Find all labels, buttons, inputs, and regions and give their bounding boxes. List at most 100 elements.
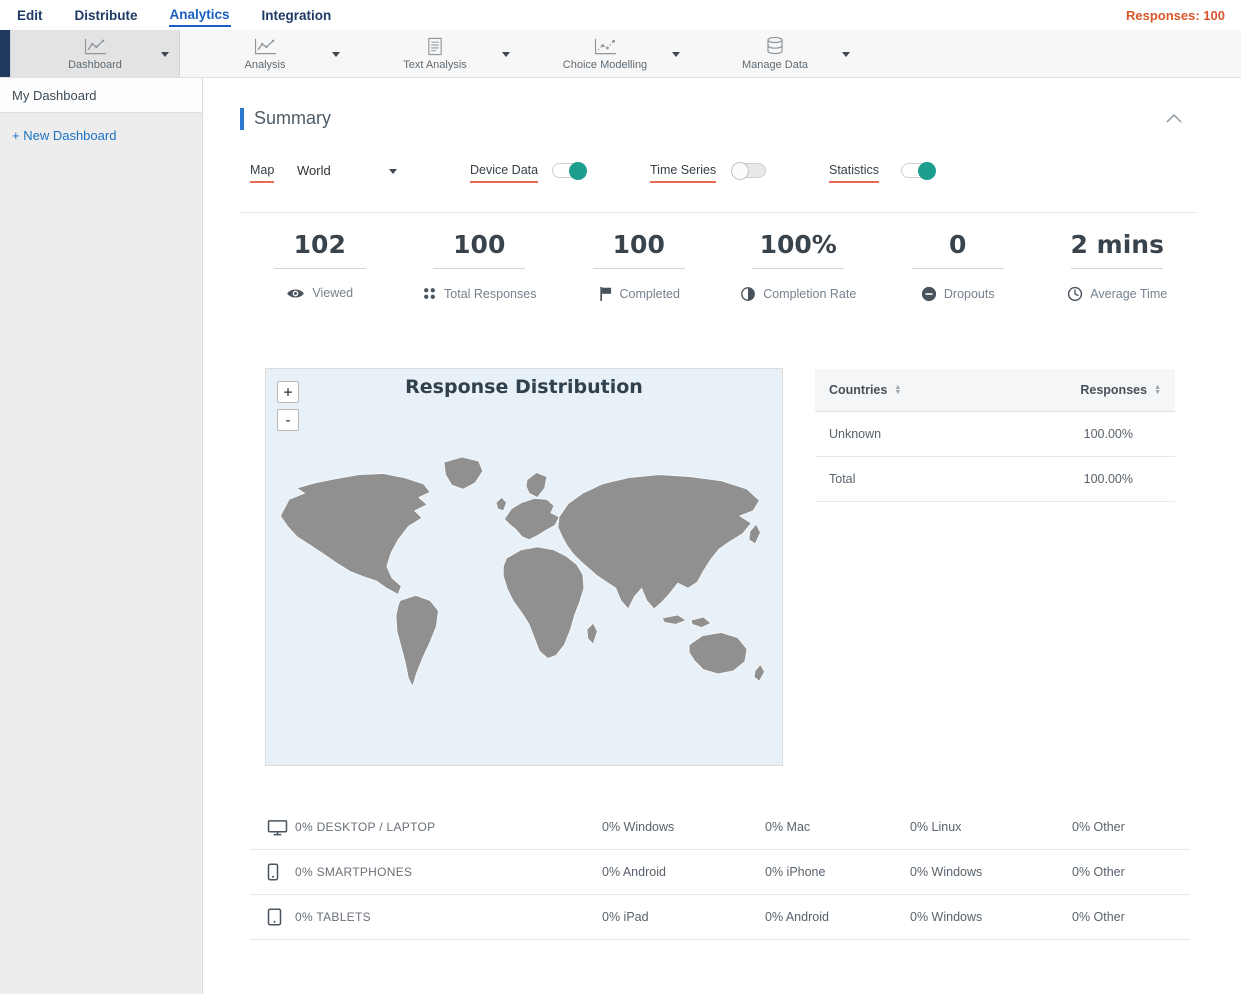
toolbar-item-choice-modelling[interactable]: Choice Modelling xyxy=(520,30,690,77)
flag-icon xyxy=(598,286,613,302)
time-series-label: Time Series xyxy=(650,163,717,183)
statistics-toggle[interactable] xyxy=(901,162,936,180)
stat-viewed: 102 Viewed xyxy=(240,230,400,302)
dashboard-sidebar: My Dashboard + New Dashboard xyxy=(0,78,203,994)
zoom-in-button[interactable]: + xyxy=(277,381,299,403)
device-stat: 0% Linux xyxy=(910,820,962,834)
chevron-down-icon[interactable] xyxy=(672,52,680,57)
map-japan xyxy=(748,523,761,545)
map-label: Map xyxy=(250,163,275,183)
stat-underline xyxy=(1071,268,1164,269)
chevron-down-icon[interactable] xyxy=(502,52,510,57)
toggle-knob xyxy=(731,162,749,180)
device-stat: 0% Windows xyxy=(910,910,983,924)
nav-item-integration[interactable]: Integration xyxy=(261,4,333,26)
toolbar-item-analysis[interactable]: Analysis xyxy=(180,30,350,77)
nav-item-edit[interactable]: Edit xyxy=(16,4,44,26)
map-asia xyxy=(557,474,760,610)
world-map[interactable] xyxy=(266,403,782,761)
map-indonesia-west xyxy=(661,614,687,625)
stat-label: Viewed xyxy=(312,286,354,300)
stat-label: Completion Rate xyxy=(763,287,857,301)
countries-table-header: Countries ▲ ▼ Responses ▲ ▼ xyxy=(815,369,1175,412)
sort-icon[interactable]: ▲ ▼ xyxy=(1154,384,1161,396)
table-row: Unknown 100.00% xyxy=(815,412,1175,457)
table-row-smartphones: 0% SMARTPHONES 0% Android 0% iPhone 0% W… xyxy=(250,850,1190,895)
device-stat: 0% Android xyxy=(765,910,829,924)
device-stat: 0% Windows xyxy=(602,820,675,834)
half-circle-icon xyxy=(740,286,756,302)
map-new-zealand xyxy=(753,664,765,682)
minus-circle-icon xyxy=(921,286,937,302)
responses-cell: 100.00% xyxy=(1083,427,1133,441)
stat-average-time: 2 mins Average Time xyxy=(1038,230,1198,302)
analytics-toolbar: Dashboard Analysis Text Analysis Choice … xyxy=(0,30,1241,78)
tablet-icon xyxy=(250,908,295,926)
stat-value: 2 mins xyxy=(1070,230,1164,259)
stats-row: 102 Viewed 100 Total Responses 100 Compl… xyxy=(240,230,1197,302)
device-stat: 0% Other xyxy=(1072,910,1125,924)
stat-value: 102 xyxy=(293,230,346,259)
map-madagascar xyxy=(586,622,598,645)
device-stat: 0% iPhone xyxy=(765,865,826,879)
responses-header-cell[interactable]: Responses ▲ ▼ xyxy=(1080,383,1161,397)
chevron-down-icon[interactable] xyxy=(842,52,850,57)
nav-item-analytics[interactable]: Analytics xyxy=(168,3,231,27)
map-region-select[interactable]: World xyxy=(297,163,331,178)
map-north-america xyxy=(280,473,431,595)
summary-accent-bar xyxy=(240,108,244,130)
map-africa xyxy=(503,546,585,659)
sort-icon[interactable]: ▲ ▼ xyxy=(894,384,901,396)
device-stat: 0% Other xyxy=(1072,865,1125,879)
stat-underline xyxy=(273,268,366,269)
chevron-down-icon[interactable] xyxy=(332,52,340,57)
country-cell: Unknown xyxy=(829,427,882,441)
desktop-icon xyxy=(250,819,295,836)
smartphone-icon xyxy=(250,863,295,881)
device-label: 0% SMARTPHONES xyxy=(295,865,413,879)
nav-item-distribute[interactable]: Distribute xyxy=(74,4,139,26)
response-distribution-map-panel: Response Distribution + - xyxy=(265,368,783,766)
device-data-toggle[interactable] xyxy=(552,162,587,180)
toolbar-item-dashboard[interactable]: Dashboard xyxy=(10,30,180,77)
device-stat: 0% iPad xyxy=(602,910,649,924)
sidebar-item-my-dashboard[interactable]: My Dashboard xyxy=(0,78,202,113)
eye-icon xyxy=(286,287,305,300)
toolbar-item-label: Dashboard xyxy=(68,59,122,71)
time-series-toggle[interactable] xyxy=(731,162,766,180)
scatter-chart-icon xyxy=(593,36,618,56)
toolbar-item-manage-data[interactable]: Manage Data xyxy=(690,30,860,77)
toolbar-accent-strip xyxy=(0,30,10,77)
map-uk xyxy=(495,497,507,512)
collapse-chevron-icon[interactable] xyxy=(1166,114,1182,123)
stat-completion-rate: 100% Completion Rate xyxy=(719,230,879,302)
device-stat: 0% Windows xyxy=(910,865,983,879)
table-row: Total 100.00% xyxy=(815,457,1175,502)
device-data-label: Device Data xyxy=(470,163,539,183)
chevron-down-icon[interactable] xyxy=(161,52,169,57)
toolbar-item-label: Analysis xyxy=(244,59,286,71)
table-row-desktop: 0% DESKTOP / LAPTOP 0% Windows 0% Mac 0%… xyxy=(250,805,1190,850)
map-greenland xyxy=(443,456,484,490)
toolbar-item-text-analysis[interactable]: Text Analysis xyxy=(350,30,520,77)
database-icon xyxy=(765,36,785,56)
map-australia xyxy=(688,632,748,675)
clock-icon xyxy=(1067,286,1083,302)
stat-label: Average Time xyxy=(1090,287,1168,301)
responses-cell: 100.00% xyxy=(1083,472,1133,486)
main-content: Summary Map World Device Data Time Serie… xyxy=(204,78,1241,994)
toggle-knob xyxy=(569,162,587,180)
countries-header-cell[interactable]: Countries ▲ ▼ xyxy=(829,383,901,397)
responses-count[interactable]: Responses: 100 xyxy=(1126,8,1225,23)
map-south-america xyxy=(395,595,439,687)
chevron-down-icon[interactable] xyxy=(389,169,397,174)
document-icon xyxy=(426,36,444,56)
stat-value: 100 xyxy=(612,230,665,259)
stat-completed: 100 Completed xyxy=(559,230,719,302)
map-title: Response Distribution xyxy=(405,376,643,398)
new-dashboard-link[interactable]: + New Dashboard xyxy=(12,128,190,143)
toolbar-item-label: Text Analysis xyxy=(403,59,467,71)
device-table: 0% DESKTOP / LAPTOP 0% Windows 0% Mac 0%… xyxy=(250,805,1190,940)
map-europe xyxy=(504,498,560,540)
stat-dropouts: 0 Dropouts xyxy=(878,230,1038,302)
